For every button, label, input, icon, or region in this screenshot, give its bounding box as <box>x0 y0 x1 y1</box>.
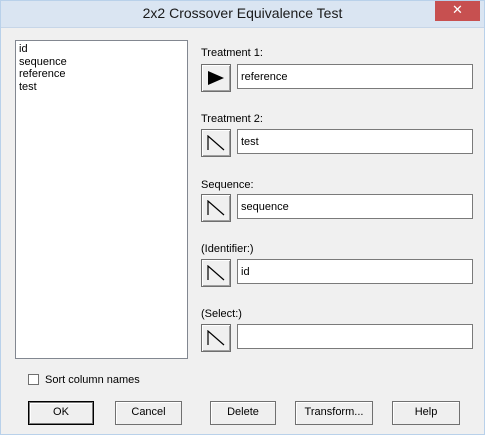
treatment1-assign-button[interactable] <box>201 64 231 92</box>
delete-button[interactable]: Delete <box>210 401 276 425</box>
select-label: (Select:) <box>201 308 242 320</box>
arrow-outline-icon <box>207 200 225 216</box>
transform-button[interactable]: Transform... <box>295 401 373 425</box>
help-button[interactable]: Help <box>392 401 460 425</box>
treatment2-assign-button[interactable] <box>201 129 231 157</box>
treatment2-label: Treatment 2: <box>201 113 263 125</box>
list-item-sequence[interactable]: sequence <box>19 56 184 69</box>
play-arrow-icon <box>208 71 224 85</box>
sequence-field[interactable] <box>237 194 473 219</box>
arrow-outline-icon <box>207 330 225 346</box>
identifier-assign-button[interactable] <box>201 259 231 287</box>
close-button[interactable]: ✕ <box>435 1 480 21</box>
ok-button[interactable]: OK <box>28 401 94 425</box>
select-assign-button[interactable] <box>201 324 231 352</box>
sequence-assign-button[interactable] <box>201 194 231 222</box>
cancel-button[interactable]: Cancel <box>115 401 182 425</box>
arrow-outline-icon <box>207 135 225 151</box>
list-item-test[interactable]: test <box>19 81 184 94</box>
title-bar: 2x2 Crossover Equivalence Test ✕ <box>1 1 484 28</box>
dialog-window: 2x2 Crossover Equivalence Test ✕ id sequ… <box>0 0 485 435</box>
sort-column-names-checkbox[interactable] <box>28 374 39 385</box>
treatment1-field[interactable] <box>237 64 473 89</box>
window-title: 2x2 Crossover Equivalence Test <box>142 5 343 21</box>
select-field[interactable] <box>237 324 473 349</box>
treatment2-field[interactable] <box>237 129 473 154</box>
list-item-reference[interactable]: reference <box>19 68 184 81</box>
list-item-id[interactable]: id <box>19 43 184 56</box>
treatment1-label: Treatment 1: <box>201 47 263 59</box>
identifier-field[interactable] <box>237 259 473 284</box>
identifier-label: (Identifier:) <box>201 243 254 255</box>
columns-listbox[interactable]: id sequence reference test <box>15 40 188 359</box>
sequence-label: Sequence: <box>201 179 254 191</box>
arrow-outline-icon <box>207 265 225 281</box>
sort-column-names-label: Sort column names <box>45 374 140 386</box>
